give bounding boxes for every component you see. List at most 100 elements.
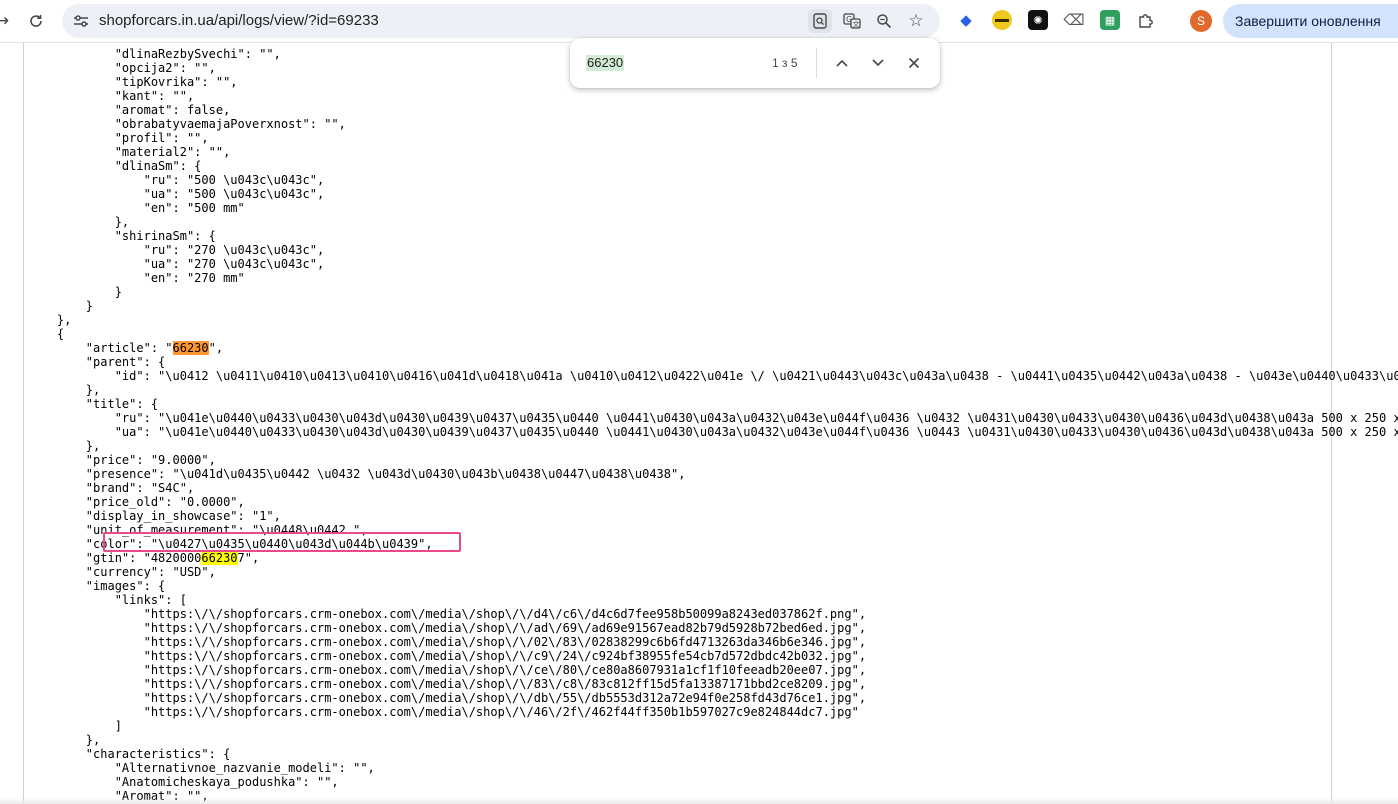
chevron-down-icon[interactable]: [866, 51, 890, 75]
code-line: "id": "\u0412 \u0411\u0410\u0413\u0410\u…: [28, 369, 1398, 383]
code-text: "dlinaSm": {: [28, 159, 202, 173]
address-bar[interactable]: shopforcars.in.ua/api/logs/view/?id=6923…: [62, 4, 940, 38]
code-line: "https:\/\/shopforcars.crm-onebox.com\/m…: [28, 663, 1398, 677]
chevron-up-icon[interactable]: [830, 51, 854, 75]
code-line: "material2": "",: [28, 145, 1398, 159]
code-text: "https:\/\/shopforcars.crm-onebox.com\/m…: [28, 635, 867, 649]
code-line: "ru": "500 \u043c\u043c",: [28, 173, 1398, 187]
code-text: }: [28, 285, 122, 299]
chevron-up-glyph: [836, 59, 848, 67]
code-line: "en": "270 mm": [28, 271, 1398, 285]
code-text: "Anatomicheskaya_podushka": "",: [28, 775, 339, 789]
code-text: "ua": "500 \u043c\u043c",: [28, 187, 325, 201]
code-line: "aromat": false,: [28, 103, 1398, 117]
code-text: "https:\/\/shopforcars.crm-onebox.com\/m…: [28, 677, 867, 691]
code-line: "brand": "S4C",: [28, 481, 1398, 495]
translate-icon[interactable]: G 文: [841, 10, 863, 32]
code-line: "https:\/\/shopforcars.crm-onebox.com\/m…: [28, 621, 1398, 635]
update-browser-button[interactable]: Завершити оновлення: [1223, 4, 1398, 38]
code-line: "parent": {: [28, 355, 1398, 369]
code-line: "ua": "\u041e\u0440\u0433\u0430\u043d\u0…: [28, 425, 1398, 439]
extension-sheet-icon[interactable]: ▦: [1100, 10, 1120, 30]
code-line: {: [28, 327, 1398, 341]
translate-glyph: G 文: [843, 13, 861, 29]
code-text: "kant": "",: [28, 89, 195, 103]
code-text: "en": "500 mm": [28, 201, 245, 215]
code-line: "characteristics": {: [28, 747, 1398, 761]
code-text: "opcija2": "",: [28, 61, 216, 75]
close-icon[interactable]: [902, 51, 926, 75]
code-text: "shirinaSm": {: [28, 229, 216, 243]
puzzle-glyph: [1139, 14, 1153, 28]
code-line: "https:\/\/shopforcars.crm-onebox.com\/m…: [28, 705, 1398, 719]
code-text: {: [28, 327, 65, 341]
code-text: "brand": "S4C",: [28, 481, 195, 495]
code-line: "https:\/\/shopforcars.crm-onebox.com\/m…: [28, 691, 1398, 705]
extension-coin-icon[interactable]: [992, 10, 1012, 30]
code-text: "https:\/\/shopforcars.crm-onebox.com\/m…: [28, 621, 867, 635]
forward-icon[interactable]: →: [0, 7, 16, 35]
find-in-page-glyph: [813, 13, 827, 29]
json-log-text: "dlinaRezbySvechi": "", "opcija2": "", "…: [28, 47, 1398, 803]
code-text: "ua": "\u041e\u0440\u0433\u0430\u043d\u0…: [28, 425, 1398, 439]
code-text: "currency": "USD",: [28, 565, 216, 579]
star-icon[interactable]: ☆: [905, 10, 927, 32]
code-text: "dlinaRezbySvechi": "",: [28, 47, 281, 61]
code-text: "characteristics": {: [28, 747, 231, 761]
code-line: "ua": "270 \u043c\u043c",: [28, 257, 1398, 271]
code-text: "ru": "\u041e\u0440\u0433\u0430\u043d\u0…: [28, 411, 1398, 425]
extension-coin-stripe: [995, 18, 1009, 22]
code-text: "gtin": "4820000: [28, 551, 202, 565]
code-line: },: [28, 313, 1398, 327]
find-input[interactable]: 66230: [586, 55, 625, 71]
code-text: "https:\/\/shopforcars.crm-onebox.com\/m…: [28, 705, 859, 719]
code-text: "Alternativnoe_nazvanie_modeli": "",: [28, 761, 375, 775]
code-line: "en": "500 mm": [28, 201, 1398, 215]
code-text: "links": [: [28, 593, 187, 607]
code-text: "title": {: [28, 397, 159, 411]
code-text: "ru": "500 \u043c\u043c",: [28, 173, 325, 187]
code-text: "https:\/\/shopforcars.crm-onebox.com\/m…: [28, 649, 867, 663]
code-text: "display_in_showcase": "1",: [28, 509, 281, 523]
code-text: "material2": "",: [28, 145, 231, 159]
code-text: "aromat": false,: [28, 103, 231, 117]
code-line: "currency": "USD",: [28, 565, 1398, 579]
code-text: "ru": "270 \u043c\u043c",: [28, 243, 325, 257]
code-line: "shirinaSm": {: [28, 229, 1398, 243]
search-match-current: 66230: [172, 341, 209, 355]
code-line: "article": "66230",: [28, 341, 1398, 355]
code-line: "https:\/\/shopforcars.crm-onebox.com\/m…: [28, 635, 1398, 649]
code-line: "kant": "",: [28, 89, 1398, 103]
code-text: "https:\/\/shopforcars.crm-onebox.com\/m…: [28, 607, 867, 621]
code-text: "price": "9.0000",: [28, 453, 216, 467]
code-text: "images": {: [28, 579, 166, 593]
profile-avatar[interactable]: S: [1190, 10, 1212, 32]
extension-ai-icon[interactable]: ✺: [1028, 10, 1048, 30]
find-in-page-icon[interactable]: [808, 9, 832, 33]
reload-icon[interactable]: [22, 7, 50, 35]
code-line: },: [28, 215, 1398, 229]
url-text[interactable]: shopforcars.in.ua/api/logs/view/?id=6923…: [99, 12, 379, 29]
extension-tag-icon[interactable]: ◆: [956, 10, 976, 30]
code-line: }: [28, 285, 1398, 299]
code-text: "en": "270 mm": [28, 271, 245, 285]
code-text: "parent": {: [28, 355, 166, 369]
code-line: "https:\/\/shopforcars.crm-onebox.com\/m…: [28, 649, 1398, 663]
zoom-icon[interactable]: [873, 10, 895, 32]
code-line: "profil": "",: [28, 131, 1398, 145]
code-line: "ru": "270 \u043c\u043c",: [28, 243, 1398, 257]
code-line: },: [28, 383, 1398, 397]
code-text: ",: [208, 341, 224, 355]
site-info-icon[interactable]: [70, 10, 92, 32]
puzzle-icon[interactable]: [1136, 10, 1156, 30]
code-line: "ua": "500 \u043c\u043c",: [28, 187, 1398, 201]
code-text: "article": ": [28, 341, 173, 355]
search-match: 66230: [201, 551, 238, 565]
color-field-annotation: [103, 532, 461, 552]
code-line: "https:\/\/shopforcars.crm-onebox.com\/m…: [28, 607, 1398, 621]
code-line: ]: [28, 719, 1398, 733]
code-line: "links": [: [28, 593, 1398, 607]
extension-eraser-icon[interactable]: ⌫: [1063, 10, 1084, 30]
code-line: }: [28, 299, 1398, 313]
bottom-shade: [0, 798, 1398, 804]
